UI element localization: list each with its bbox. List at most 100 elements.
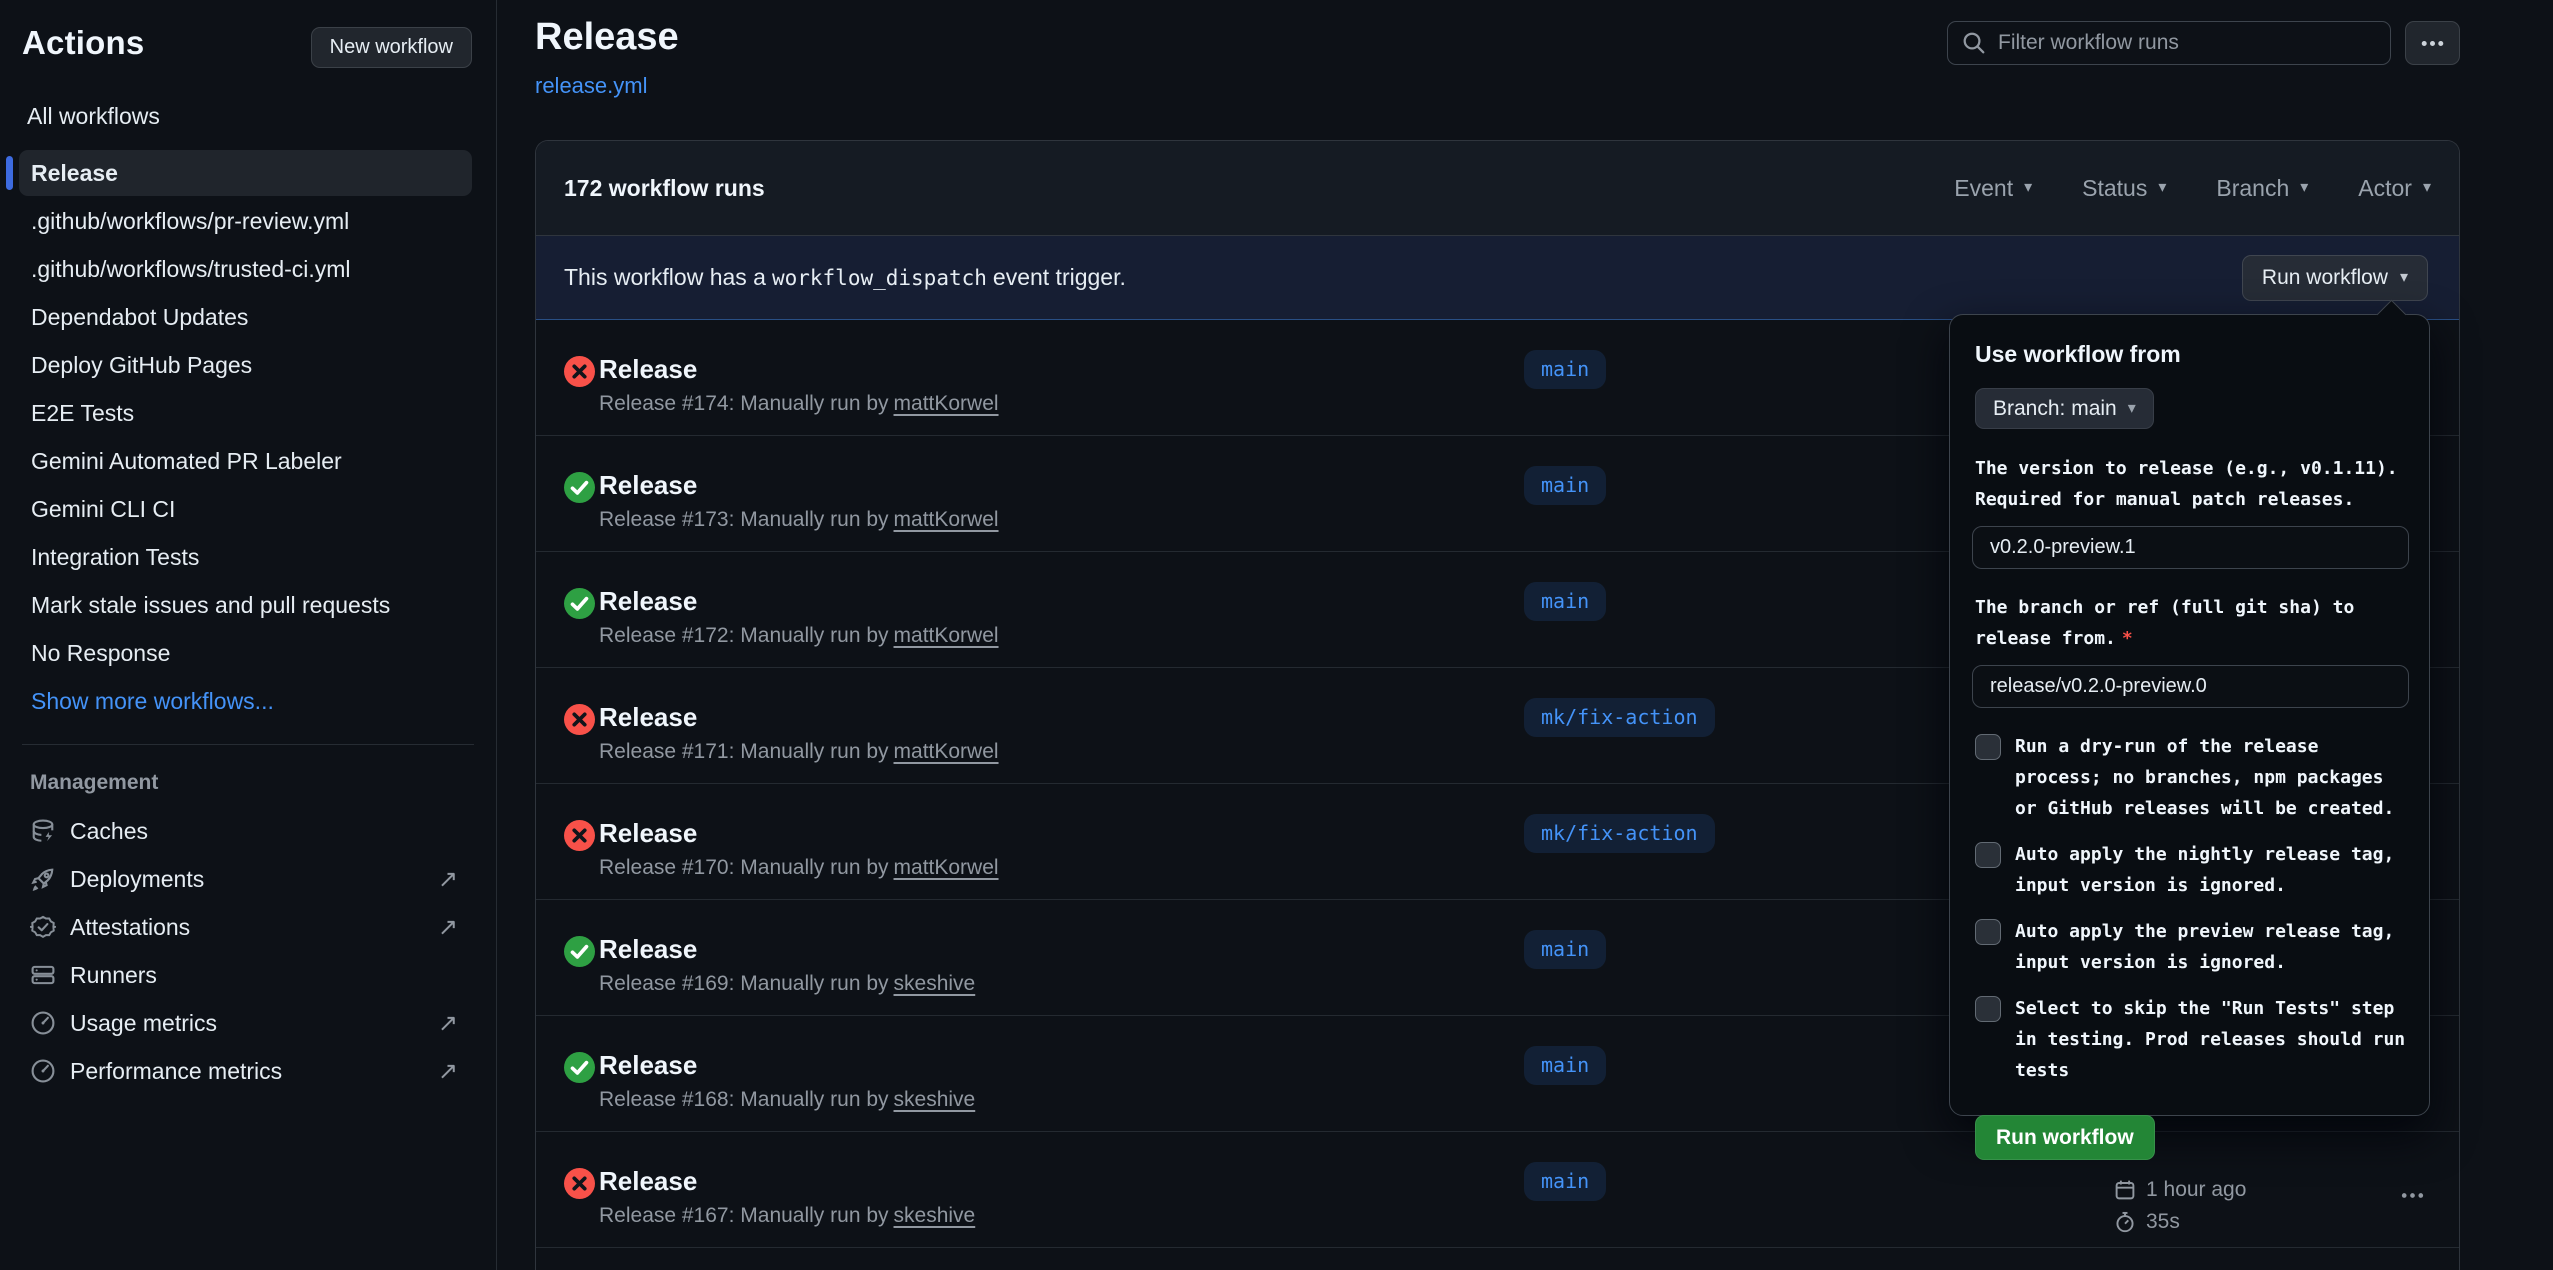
checkbox-label: Auto apply the nightly release tag, inpu… (2015, 839, 2407, 901)
run-title-link[interactable]: Release (599, 354, 697, 385)
x-circle-icon (564, 820, 595, 851)
branch-badge[interactable]: mk/fix-action (1524, 698, 1715, 737)
workflow-label: Integration Tests (31, 544, 199, 571)
caret-down-icon: ▾ (2128, 401, 2136, 417)
verified-icon (30, 914, 56, 940)
sidebar: Actions New workflow All workflows Relea… (0, 0, 497, 1270)
external-link-icon: ↗ (438, 913, 458, 942)
workflow-label: .github/workflows/pr-review.yml (31, 208, 349, 235)
sidebar-item-attestations[interactable]: Attestations↗ (19, 903, 472, 951)
x-circle-icon (564, 1168, 595, 1199)
x-circle-icon (564, 704, 595, 735)
check-circle-icon (564, 588, 595, 619)
run-actor-link[interactable]: mattKorwel (894, 508, 999, 531)
filter-workflow-runs-input[interactable] (1998, 31, 2376, 55)
run-actor-link[interactable]: skeshive (894, 1204, 976, 1227)
sidebar-item-workflow[interactable]: Dependabot Updates (19, 294, 472, 340)
checkbox[interactable] (1975, 842, 2001, 868)
branch-badge[interactable]: main (1524, 466, 1606, 505)
check-circle-icon (564, 936, 595, 967)
run-workflow-submit-button[interactable]: Run workflow (1975, 1115, 2155, 1160)
sidebar-item-runners[interactable]: Runners (19, 951, 472, 999)
sidebar-item-workflow[interactable]: Release (19, 150, 472, 196)
stopwatch-icon (2114, 1211, 2136, 1233)
checkbox[interactable] (1975, 996, 2001, 1022)
management-item-label: Runners (70, 962, 157, 989)
sidebar-item-workflow[interactable]: Gemini Automated PR Labeler (19, 438, 472, 484)
filter-event[interactable]: Event▾ (1954, 175, 2032, 202)
sidebar-divider (22, 744, 474, 745)
run-actor-link[interactable]: mattKorwel (894, 624, 999, 647)
branch-badge[interactable]: mk/fix-action (1524, 814, 1715, 853)
run-actor-link[interactable]: skeshive (894, 1088, 976, 1111)
run-title-link[interactable]: Release (599, 470, 697, 501)
dialog-checkbox-list: Run a dry-run of the release process; no… (1972, 731, 2407, 1086)
filter-status[interactable]: Status▾ (2082, 175, 2166, 202)
run-title-link[interactable]: Release (599, 586, 697, 617)
run-title-link[interactable]: Release (599, 818, 697, 849)
sidebar-header: Actions New workflow (0, 0, 496, 80)
branch-badge[interactable]: main (1524, 1046, 1606, 1085)
run-kebab-button[interactable] (2391, 1180, 2433, 1210)
run-description: Release #174: Manually run bymattKorwel (599, 392, 999, 416)
sidebar-item-caches[interactable]: Caches (19, 807, 472, 855)
external-link-icon: ↗ (438, 1057, 458, 1086)
ref-input[interactable] (1972, 665, 2409, 708)
workflow-label: Gemini Automated PR Labeler (31, 448, 342, 475)
branch-badge[interactable]: main (1524, 582, 1606, 621)
run-description: Release #168: Manually run byskeshive (599, 1088, 975, 1112)
branch-selector-button[interactable]: Branch: main▾ (1975, 388, 2154, 429)
sidebar-item-workflow[interactable]: .github/workflows/pr-review.yml (19, 198, 472, 244)
run-actor-link[interactable]: mattKorwel (894, 856, 999, 879)
sidebar-item-all-workflows[interactable]: All workflows (27, 96, 472, 136)
new-workflow-button[interactable]: New workflow (311, 27, 472, 68)
run-actor-link[interactable]: mattKorwel (894, 392, 999, 415)
run-description: Release #170: Manually run bymattKorwel (599, 856, 999, 880)
sidebar-item-workflow[interactable]: No Response (19, 630, 472, 676)
show-more-workflows-link[interactable]: Show more workflows... (31, 678, 472, 724)
version-input[interactable] (1972, 526, 2409, 569)
sidebar-item-workflow[interactable]: Deploy GitHub Pages (19, 342, 472, 388)
dialog-checkbox-row: Run a dry-run of the release process; no… (1975, 731, 2407, 824)
dialog-checkbox-row: Auto apply the nightly release tag, inpu… (1975, 839, 2407, 901)
sidebar-item-usage-metrics[interactable]: Usage metrics↗ (19, 999, 472, 1047)
run-workflow-dropdown-button[interactable]: Run workflow▾ (2242, 255, 2428, 301)
run-title-link[interactable]: Release (599, 934, 697, 965)
management-item-label: Performance metrics (70, 1058, 282, 1085)
run-actor-link[interactable]: mattKorwel (894, 740, 999, 763)
workflow-label: Gemini CLI CI (31, 496, 175, 523)
workflow-label: Release (31, 160, 118, 187)
sidebar-item-workflow[interactable]: Mark stale issues and pull requests (19, 582, 472, 628)
checkbox[interactable] (1975, 734, 2001, 760)
workflow-label: E2E Tests (31, 400, 134, 427)
sidebar-item-workflow[interactable]: Gemini CLI CI (19, 486, 472, 532)
version-input-description: The version to release (e.g., v0.1.11). … (1975, 453, 2407, 515)
filter-branch[interactable]: Branch▾ (2216, 175, 2308, 202)
run-title-link[interactable]: Release (599, 1050, 697, 1081)
branch-badge[interactable]: main (1524, 1162, 1606, 1201)
workflow-label: .github/workflows/trusted-ci.yml (31, 256, 351, 283)
branch-badge[interactable]: main (1524, 930, 1606, 969)
sidebar-item-workflow[interactable]: .github/workflows/trusted-ci.yml (19, 246, 472, 292)
run-time-label: 1 hour ago (2146, 1178, 2246, 1202)
sidebar-item-performance-metrics[interactable]: Performance metrics ↗ (19, 1047, 472, 1095)
sidebar-item-workflow[interactable]: Integration Tests (19, 534, 472, 580)
checkbox-label: Run a dry-run of the release process; no… (2015, 731, 2407, 824)
panel-header: 172 workflow runs Event▾Status▾Branch▾Ac… (536, 141, 2459, 236)
checkbox[interactable] (1975, 919, 2001, 945)
filter-label: Status (2082, 175, 2147, 202)
workflow-file-link[interactable]: release.yml (535, 73, 647, 99)
run-actor-link[interactable]: skeshive (894, 972, 976, 995)
run-title-link[interactable]: Release (599, 702, 697, 733)
sidebar-item-workflow[interactable]: E2E Tests (19, 390, 472, 436)
page-kebab-button[interactable] (2405, 21, 2460, 65)
run-title-link[interactable]: Release (599, 1166, 697, 1197)
sidebar-item-deployments[interactable]: Deployments↗ (19, 855, 472, 903)
dialog-checkbox-row: Auto apply the preview release tag, inpu… (1975, 916, 2407, 978)
check-circle-icon (564, 472, 595, 503)
run-description-text: Release #171: Manually run by (599, 740, 889, 763)
filter-label: Event (1954, 175, 2013, 202)
caret-down-icon: ▾ (2400, 270, 2408, 286)
branch-badge[interactable]: main (1524, 350, 1606, 389)
filter-actor[interactable]: Actor▾ (2358, 175, 2431, 202)
